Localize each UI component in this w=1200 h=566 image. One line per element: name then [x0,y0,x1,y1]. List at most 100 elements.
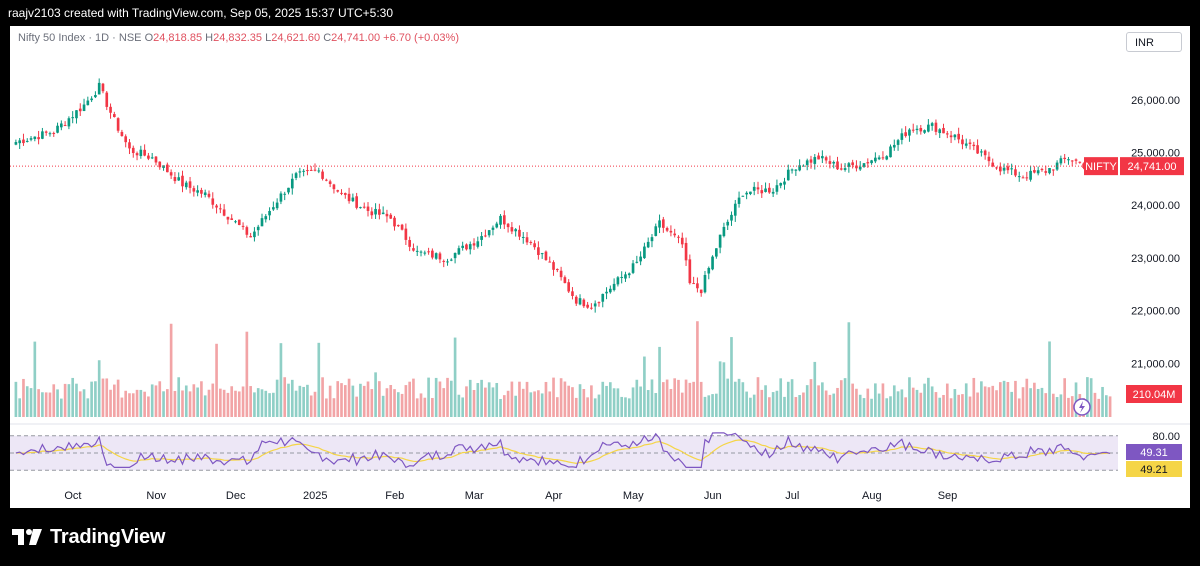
volume-bar [60,398,63,417]
candle-body [188,181,192,188]
candle-body [128,142,131,149]
volume-bar [184,385,188,417]
candle-body [461,245,464,248]
volume-bar [961,394,964,417]
candle-body [1021,177,1025,179]
volume-bar [749,397,752,417]
volume-bar [41,392,44,417]
candle-body [870,160,873,164]
candle-body [741,195,745,197]
volume-bar [226,392,230,417]
volume-bar [309,395,313,417]
candle-body [52,132,56,134]
volume-bar [889,396,892,417]
volume-bar [245,331,249,417]
volume-bar [313,391,317,417]
volume-bar [400,393,404,417]
candle-body [56,125,59,133]
candle-body [1063,157,1066,160]
candle-body [396,225,400,227]
candle-body [673,233,677,236]
volume-bar [14,381,18,417]
volume-bar [839,380,843,417]
volume-bar [1048,341,1051,417]
volume-bar [423,397,427,417]
candle-body [253,231,256,238]
candle-body [370,211,374,216]
price-tick-label: 24,000.00 [1131,200,1180,212]
candle-body [1044,171,1048,173]
volume-bar [711,394,714,417]
candle-body [593,303,597,307]
volume-bar [44,392,48,417]
volume-bar [465,386,468,417]
volume-bar [1067,397,1070,417]
close-value: 24,741.00 [331,32,381,44]
volume-bar [805,385,809,417]
volume-bar [688,382,692,417]
volume-bar [287,383,290,417]
candle-body [41,131,44,139]
candle-body [658,220,661,228]
volume-bar [953,389,957,417]
volume-bar [760,389,764,417]
brand-logo[interactable]: TradingView [12,522,165,552]
candle-body [256,226,260,231]
volume-bar [639,386,642,417]
volume-bar [63,383,67,417]
volume-bar [230,386,234,417]
volume-bar [393,389,396,417]
volume-bar [408,381,411,417]
currency-selector[interactable]: INR [1126,32,1182,52]
volume-bar [48,392,52,417]
chart-panel[interactable]: 26,000.00 25,000.00 24,000.00 23,000.00 22,0… [10,26,1190,508]
candle-body [851,162,854,166]
volume-bar [680,392,684,417]
volume-bar [821,382,824,417]
volume-bar [1029,388,1032,417]
volume-bar [726,378,730,417]
volume-bar [1036,388,1040,417]
change-value: +6.70 (+0.03%) [383,32,459,44]
candle-body [192,188,196,192]
candle-body [892,144,896,148]
price-tick-label: 23,000.00 [1131,253,1180,265]
volume-bar [385,388,389,417]
volume-bar [18,398,22,417]
candle-body [521,236,525,238]
candle-body [616,277,620,285]
volume-bar [302,386,305,417]
candle-body [942,127,945,134]
volume-bar [317,342,321,417]
candle-body [427,251,430,253]
candle-body [143,149,146,156]
volume-bar [1097,398,1101,417]
candle-body [449,259,453,261]
volume-bar [328,385,332,417]
candle-body [381,212,385,215]
volume-bar [980,381,983,417]
chart-canvas[interactable]: 26,000.0025,000.0024,000.0023,000.0022,0… [10,26,1190,508]
volume-bar [643,356,646,417]
candle-body [525,237,529,243]
volume-bar [779,378,783,417]
volume-bar [56,389,59,417]
candle-body [226,216,230,220]
candle-body [343,193,347,195]
candle-body [548,261,552,263]
volume-bar [215,343,218,417]
volume-bar [389,385,393,417]
rsi-upper-label: 80.00 [1152,431,1180,443]
volume-bar [1021,387,1025,417]
candle-body [643,246,646,259]
volume-bar [862,398,866,417]
volume-bar [881,383,885,417]
candle-body [1002,167,1006,171]
candle-body [601,293,605,302]
candle-body [605,291,608,294]
candle-body [703,274,707,293]
candle-body [874,157,877,162]
volume-badge-label: 210.04M [1133,389,1176,401]
candle-body [764,188,767,192]
volume-bar [25,386,29,417]
